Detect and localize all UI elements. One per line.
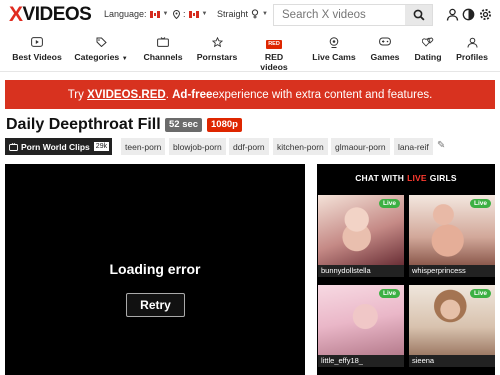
tag-link[interactable]: ddf-porn: [229, 138, 269, 155]
user-icon[interactable]: [446, 8, 459, 21]
hearts-icon: [412, 37, 444, 49]
nav-categories[interactable]: Categories ▼: [73, 37, 129, 62]
tag-link[interactable]: glmaour-porn: [331, 138, 390, 155]
nav-pornstars[interactable]: Pornstars: [195, 36, 239, 62]
tag-link[interactable]: kitchen-porn: [273, 138, 328, 155]
main-nav: Best Videos Categories ▼ Channels Pornst…: [0, 36, 500, 72]
duration-badge: 52 sec: [165, 118, 203, 132]
nav-live-cams[interactable]: Live Cams: [312, 37, 356, 62]
tag-link[interactable]: teen-porn: [121, 138, 166, 155]
cam-username: sieena: [409, 355, 495, 367]
cam-username: bunnydollstella: [318, 265, 404, 277]
uploader-button[interactable]: Porn World Clips 29k: [5, 138, 113, 155]
uploader-name: Porn World Clips: [21, 141, 90, 152]
gear-icon[interactable]: [479, 8, 492, 21]
live-badge: Live: [469, 199, 491, 208]
video-player[interactable]: Loading error Retry: [5, 164, 305, 375]
loading-error-message: Loading error: [109, 261, 201, 277]
country-selector[interactable]: : ▼: [173, 9, 207, 19]
chevron-down-icon: ▼: [162, 11, 169, 17]
country-label: :: [183, 9, 186, 19]
live-cams-header: CHAT WITH LIVE GIRLS: [355, 173, 457, 183]
nav-dating[interactable]: Dating: [412, 37, 444, 62]
nav-profiles[interactable]: Profiles: [455, 37, 489, 62]
location-pin-icon: [173, 9, 180, 19]
profile-icon: [455, 37, 489, 49]
chevron-down-icon: ▼: [262, 11, 268, 17]
live-cams-panel: CHAT WITH LIVE GIRLS Live bunnydollstell…: [317, 164, 495, 375]
tag-link[interactable]: blowjob-porn: [169, 138, 226, 155]
banner-brand-link[interactable]: XVIDEOS.RED: [87, 89, 166, 101]
nav-games[interactable]: Games: [368, 37, 402, 62]
cam-username: little_effy18_: [318, 355, 404, 367]
live-badge: Live: [469, 289, 491, 298]
female-symbol-icon: [251, 9, 259, 19]
gamepad-icon: [368, 37, 402, 49]
cam-tile[interactable]: Live bunnydollstella: [318, 195, 404, 277]
canada-flag-icon: [149, 10, 160, 18]
cam-username: whisperprincess: [409, 265, 495, 277]
tags-icon: [73, 37, 129, 49]
nav-divider: [0, 71, 500, 72]
subscriber-count: 29k: [93, 142, 110, 151]
search-icon: [413, 9, 425, 21]
tv-icon: [142, 37, 184, 49]
promo-banner[interactable]: Try XVIDEOS.RED. Ad-free experience with…: [5, 80, 495, 109]
chevron-down-icon: ▼: [121, 56, 128, 62]
star-icon: [195, 36, 239, 49]
red-badge-icon: RED: [266, 40, 282, 49]
tag-link[interactable]: lana-reif: [394, 138, 433, 155]
canada-flag-icon: [188, 10, 199, 18]
site-logo[interactable]: X VIDEOS: [9, 3, 92, 26]
top-bar: X VIDEOS Language: ▼ : ▼ Straight ▼: [0, 0, 500, 32]
nav-channels[interactable]: Channels: [142, 37, 184, 62]
orientation-label: Straight: [217, 9, 249, 19]
nav-red-videos[interactable]: RED RED videos: [250, 37, 298, 72]
language-selector[interactable]: Language: ▼: [104, 9, 169, 19]
search-input[interactable]: [274, 5, 402, 25]
cam-tile[interactable]: Live sieena: [409, 285, 495, 367]
page-title: Daily Deepthroat Fill: [6, 116, 161, 133]
orientation-selector[interactable]: Straight ▼: [217, 9, 268, 19]
retry-button[interactable]: Retry: [126, 293, 185, 317]
live-badge: Live: [378, 199, 400, 208]
webcam-icon: [312, 37, 356, 49]
cam-tile[interactable]: Live little_effy18_: [318, 285, 404, 367]
chevron-down-icon: ▼: [201, 11, 208, 17]
cam-tile[interactable]: Live whisperprincess: [409, 195, 495, 277]
quality-badge: 1080p: [207, 118, 242, 132]
dark-mode-icon[interactable]: [462, 8, 475, 21]
live-badge: Live: [378, 289, 400, 298]
search-bar: [273, 4, 433, 26]
edit-tags-icon[interactable]: ✎: [437, 140, 445, 151]
channel-icon: [9, 142, 18, 151]
play-square-icon: [11, 37, 63, 49]
nav-best-videos[interactable]: Best Videos: [11, 37, 63, 62]
search-button[interactable]: [405, 5, 432, 25]
language-label: Language:: [104, 9, 147, 19]
